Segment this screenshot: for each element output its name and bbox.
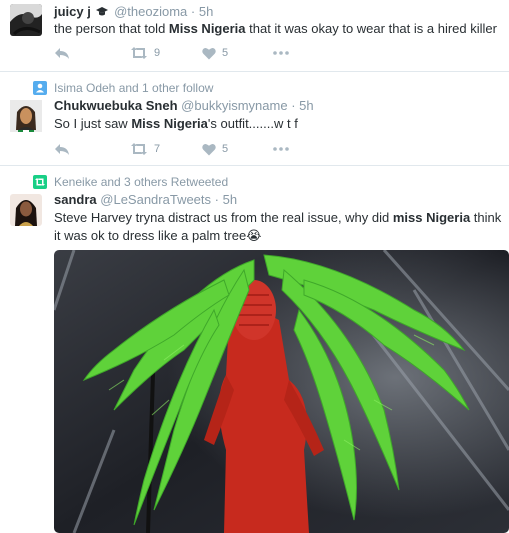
tweet[interactable]: Keneike and 3 others Retweeted sandra @L… [0,166,509,533]
like-button[interactable]: 5 [202,140,228,158]
like-count: 5 [222,47,229,59]
more-button[interactable] [273,44,289,62]
tweet-text-segment: that it was okay to wear that is a hired… [245,21,497,36]
follow-context-icon [33,81,47,95]
reply-button[interactable] [54,44,70,62]
tweet-actions: 7 5 [54,140,314,158]
retweet-context[interactable]: Keneike and 3 others Retweeted [54,175,228,189]
tweet-header: juicy j @theozioma · 5h [54,4,213,21]
tweet-text-highlight: Miss Nigeria [131,116,208,131]
retweet-count: 7 [154,143,161,155]
reply-icon [55,48,69,59]
heart-icon [202,47,216,59]
like-button[interactable]: 5 [202,44,228,62]
heart-icon [202,143,216,155]
tweet-timestamp[interactable]: · 5h [215,192,237,207]
tweet[interactable]: juicy j @theozioma · 5h the person that … [0,0,509,72]
more-button[interactable] [273,140,289,158]
tweet-text-segment: the person that told [54,21,169,36]
user-name[interactable]: Chukwuebuka Sneh [54,98,178,113]
retweet-icon [131,47,147,59]
user-handle[interactable]: @theozioma [114,4,187,19]
tweet-header: sandra @LeSandraTweets · 5h [54,192,237,208]
tweet-text-segment: Steve Harvey tryna distract us from the … [54,210,393,225]
tweet-text-highlight: miss Nigeria [392,210,471,225]
user-handle[interactable]: @LeSandraTweets [100,192,211,207]
photo-illustration [54,250,509,533]
more-icon [273,147,289,151]
tweet-text-segment: 's outfit.......w t f [207,116,298,131]
tweet-text: the person that told Miss Nigeria that i… [54,20,505,38]
avatar[interactable] [10,194,42,226]
tweet-text-segment: So I just saw [54,116,132,131]
retweet-icon [131,143,147,155]
user-handle[interactable]: @bukkyismyname [181,98,287,113]
retweet-button[interactable]: 9 [130,44,160,62]
tweet-timestamp[interactable]: · 5h [191,4,213,19]
tweet-timestamp[interactable]: · 5h [291,98,313,113]
user-name[interactable]: juicy j [54,4,91,19]
more-icon [273,51,289,55]
retweet-context-icon [33,175,47,189]
graduation-cap-icon [96,5,109,21]
crying-emoji: 😭 [246,228,262,243]
tweet-actions: 9 5 [54,44,314,62]
like-count: 5 [222,143,229,155]
tweet-text: Steve Harvey tryna distract us from the … [54,209,505,245]
tweet-header: Chukwuebuka Sneh @bukkyismyname · 5h [54,98,314,114]
avatar[interactable] [10,4,42,36]
reply-button[interactable] [54,140,70,158]
follow-context[interactable]: Isima Odeh and 1 other follow [54,81,213,95]
tweet-text: So I just saw Miss Nigeria's outfit.....… [54,115,505,133]
tweet-text-highlight: Miss Nigeria [168,21,246,36]
avatar[interactable] [10,100,42,132]
retweet-button[interactable]: 7 [130,140,160,158]
reply-icon [55,144,69,155]
user-name[interactable]: sandra [54,192,97,207]
tweet[interactable]: Isima Odeh and 1 other follow Chukwuebuk… [0,72,509,166]
retweet-count: 9 [154,47,161,59]
tweet-photo[interactable] [54,250,509,533]
